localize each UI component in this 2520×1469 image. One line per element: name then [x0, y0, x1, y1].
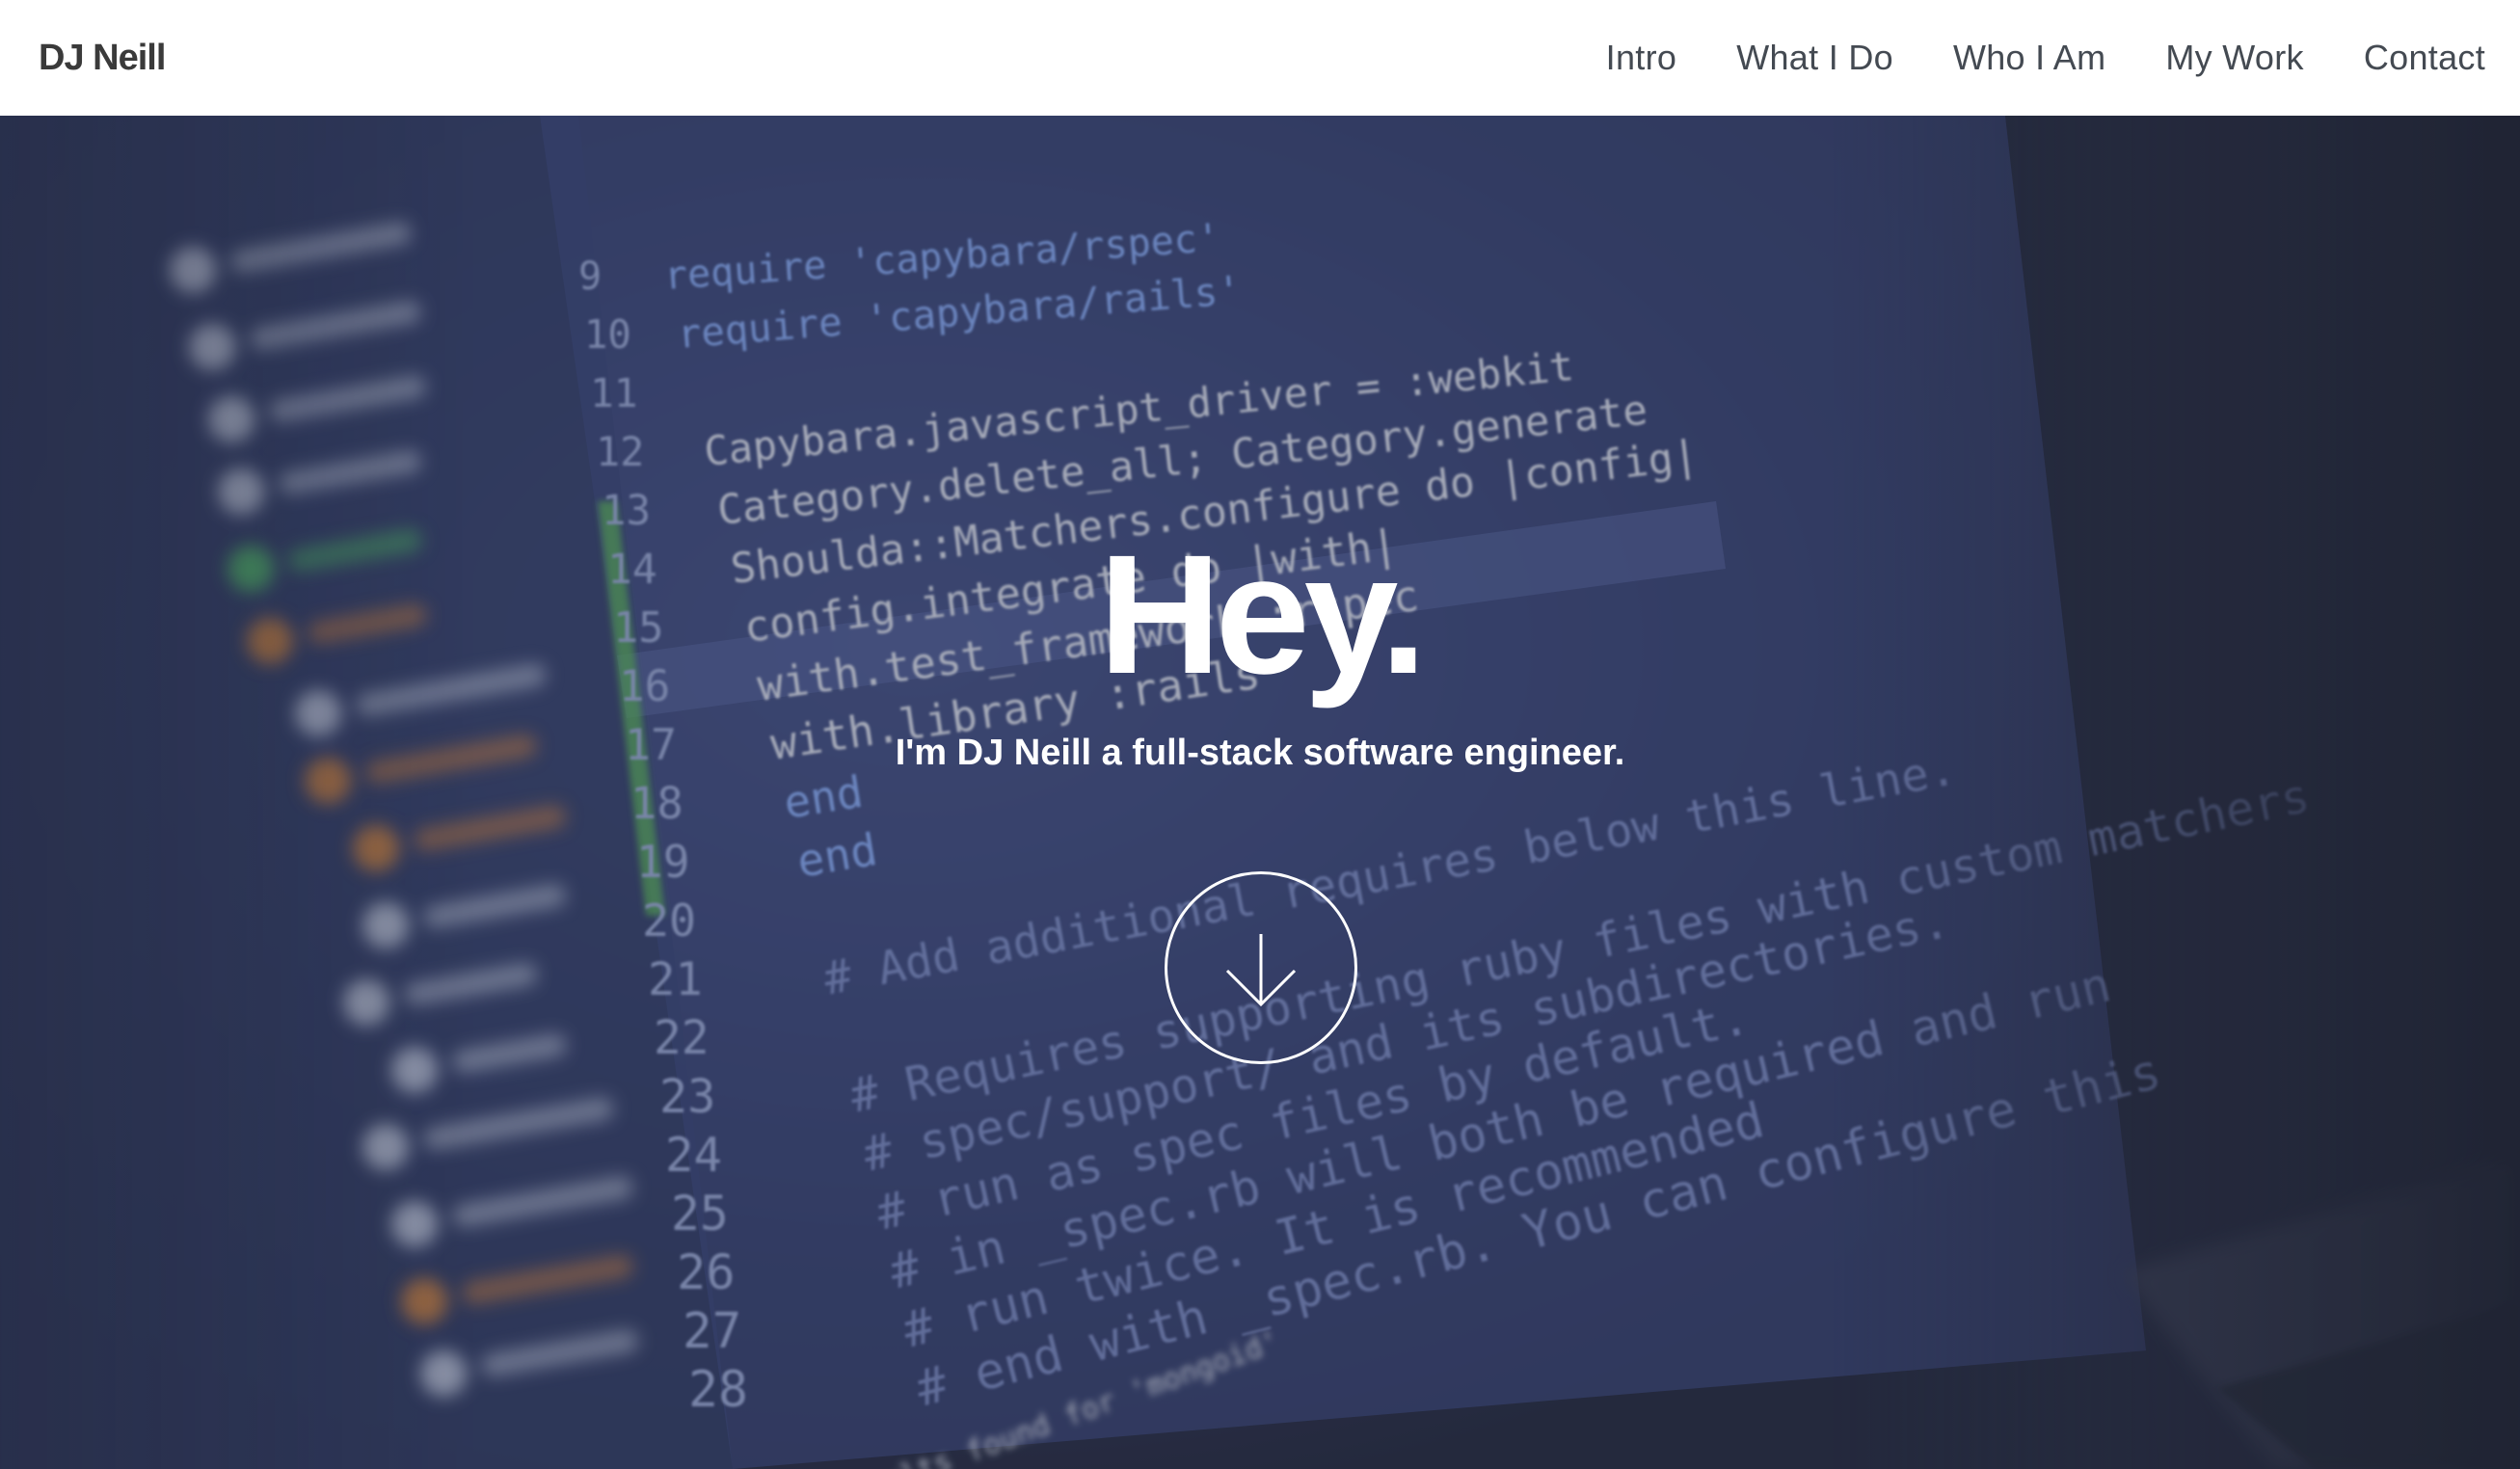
main-nav: Intro What I Do Who I Am My Work Contact	[1606, 38, 2485, 78]
nav-link-who-i-am[interactable]: Who I Am	[1953, 38, 2105, 78]
nav-link-my-work[interactable]: My Work	[2165, 38, 2303, 78]
arrow-down-icon	[1225, 934, 1297, 1007]
nav-link-contact[interactable]: Contact	[2364, 38, 2485, 78]
nav-link-intro[interactable]: Intro	[1606, 38, 1677, 78]
brand-logo[interactable]: DJ Neill	[39, 38, 166, 79]
hero-section: 9 10 11 12 13 14 15 16 17 18 19 20 21 22 23 24 25 26 27 28 …	[0, 116, 2520, 1469]
hero-content: Hey. I'm DJ Neill a full-stack software …	[0, 116, 2520, 1469]
scroll-down-button[interactable]	[1165, 871, 1357, 1064]
site-header: DJ Neill Intro What I Do Who I Am My Wor…	[0, 0, 2520, 116]
hero-title: Hey.	[1098, 521, 1428, 709]
hero-subtitle: I'm DJ Neill a full-stack software engin…	[895, 733, 1625, 773]
nav-link-what-i-do[interactable]: What I Do	[1736, 38, 1893, 78]
